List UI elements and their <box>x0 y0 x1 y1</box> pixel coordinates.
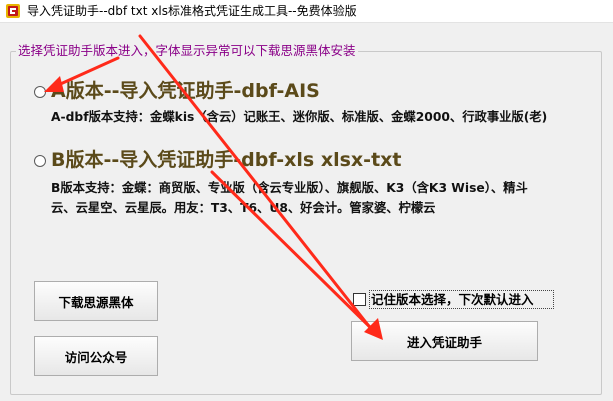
title-bar: 导入凭证助手--dbf txt xls标准格式凭证生成工具--免费体验版 <box>0 0 613 23</box>
version-a-description: A-dbf版本支持：金蝶kis（含云）记账王、迷你版、标准版、金蝶2000、行政… <box>51 110 548 124</box>
version-b-description-line-2: 云、云星空、云星辰。用友：T3、T6、U8、好会计。管家婆、柠檬云 <box>51 201 436 215</box>
enter-assistant-button[interactable]: 进入凭证助手 <box>351 321 538 361</box>
window-title: 导入凭证助手--dbf txt xls标准格式凭证生成工具--免费体验版 <box>27 4 357 18</box>
visit-wechat-button[interactable]: 访问公众号 <box>34 336 158 376</box>
version-a-radio[interactable] <box>34 86 46 98</box>
download-font-button[interactable]: 下载思源黑体 <box>34 281 158 321</box>
app-icon <box>6 4 20 18</box>
version-b-description-line-1: B版本支持：金蝶：商贸版、专业版（含云专业版）、旗舰版、K3（含K3 Wise）… <box>51 181 528 195</box>
app-window: 导入凭证助手--dbf txt xls标准格式凭证生成工具--免费体验版 选择凭… <box>0 0 613 401</box>
version-b-radio[interactable] <box>34 155 46 167</box>
groupbox-legend: 选择凭证助手版本进入，字体显示异常可以下载思源黑体安装 <box>16 42 358 59</box>
version-a-title[interactable]: A版本--导入凭证助手-dbf-AIS <box>51 79 320 103</box>
remember-version-label[interactable]: 记住版本选择，下次默认进入 <box>371 291 534 308</box>
remember-version-checkbox[interactable] <box>353 293 366 306</box>
version-b-title[interactable]: B版本--导入凭证助手-dbf-xls xlsx-txt <box>51 148 402 172</box>
